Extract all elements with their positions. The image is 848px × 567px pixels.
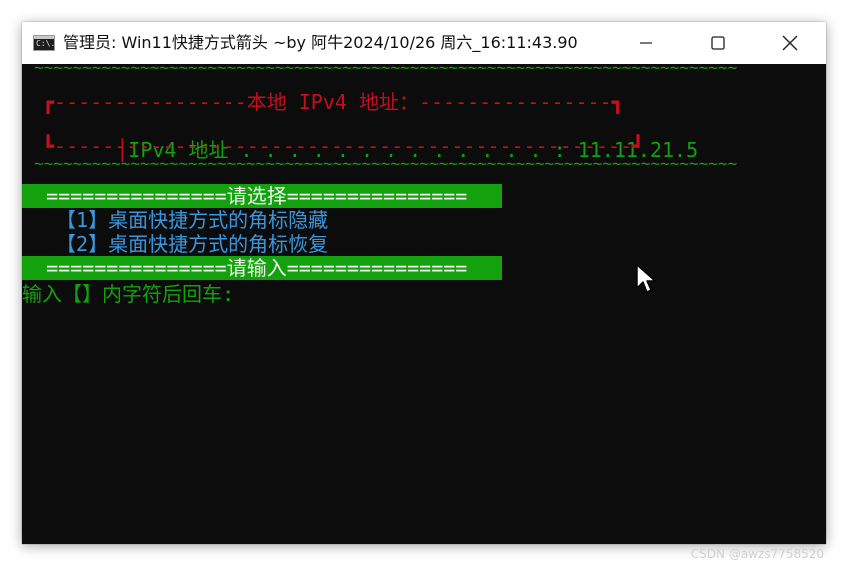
menu-option-2: 【2】桌面快捷方式的角标恢复	[44, 232, 329, 256]
input-header-bar: ===============请输入===============	[22, 256, 502, 280]
maximize-icon	[711, 36, 725, 50]
cmd-icon: C:\.	[33, 35, 55, 51]
mouse-pointer-icon	[636, 264, 656, 293]
ip-box-top: ┏----------------本地 IPv4 地址：------------…	[42, 90, 624, 114]
tilde-divider-bottom: ~~~~~~~~~~~~~~~~~~~~~~~~~~~~~~~~~~~~~~~~…	[34, 154, 738, 173]
select-header-bar: ===============请选择===============	[22, 184, 502, 208]
menu-option-1: 【1】桌面快捷方式的角标隐藏	[44, 208, 329, 232]
cmd-icon-label: C:\.	[36, 39, 56, 48]
close-icon	[782, 35, 798, 51]
window-title: 管理员: Win11快捷方式箭头 ~by 阿牛2024/10/26 周六_16:…	[63, 33, 578, 52]
console-output[interactable]: ~~~~~~~~~~~~~~~~~~~~~~~~~~~~~~~~~~~~~~~~…	[22, 58, 826, 544]
close-button[interactable]	[754, 22, 826, 64]
console-window: C:\. 管理员: Win11快捷方式箭头 ~by 阿牛2024/10/26 周…	[22, 22, 826, 544]
input-prompt[interactable]: 输入【】内字符后回车:	[22, 282, 234, 306]
minimize-icon	[640, 42, 652, 44]
tilde-divider-top: ~~~~~~~~~~~~~~~~~~~~~~~~~~~~~~~~~~~~~~~~…	[34, 58, 738, 77]
watermark: CSDN @awzs7758520	[690, 547, 824, 561]
